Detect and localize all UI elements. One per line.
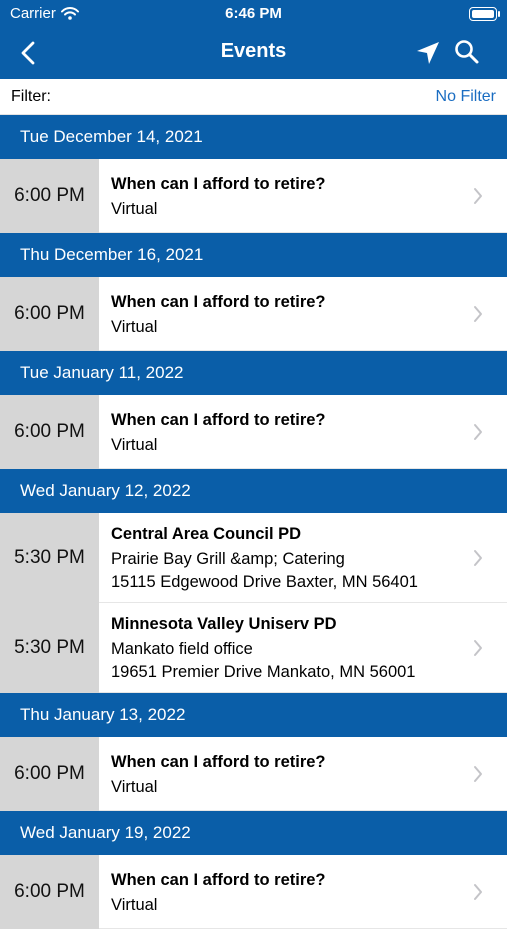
location-arrow-icon[interactable] bbox=[415, 40, 441, 66]
search-icon[interactable] bbox=[453, 38, 481, 66]
filter-bar: Filter: No Filter bbox=[0, 79, 507, 115]
event-time: 6:00 PM bbox=[0, 159, 99, 233]
event-time: 6:00 PM bbox=[0, 855, 99, 929]
status-time: 6:46 PM bbox=[225, 5, 282, 22]
event-location: Virtual bbox=[111, 199, 158, 218]
event-row[interactable]: 6:00 PM When can I afford to retire? Vir… bbox=[0, 855, 507, 929]
day-header: Wed January 19, 2022 bbox=[0, 811, 507, 855]
event-row[interactable]: 6:00 PM When can I afford to retire? Vir… bbox=[0, 277, 507, 351]
chevron-right-icon bbox=[474, 766, 482, 782]
events-list: Tue December 14, 2021 6:00 PM When can I… bbox=[0, 115, 507, 929]
event-row[interactable]: 6:00 PM When can I afford to retire? Vir… bbox=[0, 737, 507, 811]
event-time: 5:30 PM bbox=[0, 513, 99, 603]
chevron-right-icon bbox=[474, 306, 482, 322]
event-time: 6:00 PM bbox=[0, 737, 99, 811]
event-time: 6:00 PM bbox=[0, 277, 99, 351]
chevron-right-icon bbox=[474, 640, 482, 656]
event-location: Virtual bbox=[111, 895, 158, 914]
event-title: When can I afford to retire? bbox=[111, 870, 326, 889]
battery-icon bbox=[469, 7, 500, 21]
event-row[interactable]: 6:00 PM When can I afford to retire? Vir… bbox=[0, 395, 507, 469]
event-time: 6:00 PM bbox=[0, 395, 99, 469]
event-address: 19651 Premier Drive Mankato, MN 56001 bbox=[111, 663, 416, 681]
event-time: 5:30 PM bbox=[0, 603, 99, 693]
day-header: Tue January 11, 2022 bbox=[0, 351, 507, 395]
event-location: Virtual bbox=[111, 435, 158, 454]
day-header: Thu January 13, 2022 bbox=[0, 693, 507, 737]
event-title: When can I afford to retire? bbox=[111, 292, 326, 311]
event-title: Minnesota Valley Uniserv PD bbox=[111, 615, 337, 633]
event-location: Mankato field office bbox=[111, 640, 253, 658]
status-bar: Carrier 6:46 PM bbox=[0, 0, 507, 28]
chevron-right-icon bbox=[474, 884, 482, 900]
event-address: 15115 Edgewood Drive Baxter, MN 56401 bbox=[111, 573, 418, 591]
filter-value-button[interactable]: No Filter bbox=[436, 88, 496, 106]
event-row[interactable]: 5:30 PM Minnesota Valley Uniserv PD Mank… bbox=[0, 603, 507, 693]
event-row[interactable]: 6:00 PM When can I afford to retire? Vir… bbox=[0, 159, 507, 233]
event-location: Prairie Bay Grill &amp; Catering bbox=[111, 550, 345, 568]
top-bar: Carrier 6:46 PM Events bbox=[0, 0, 507, 79]
event-title: When can I afford to retire? bbox=[111, 752, 326, 771]
event-row[interactable]: 5:30 PM Central Area Council PD Prairie … bbox=[0, 513, 507, 603]
day-header: Tue December 14, 2021 bbox=[0, 115, 507, 159]
filter-label: Filter: bbox=[11, 87, 51, 105]
event-title: When can I afford to retire? bbox=[111, 410, 326, 429]
day-header: Thu December 16, 2021 bbox=[0, 233, 507, 277]
chevron-right-icon bbox=[474, 424, 482, 440]
event-location: Virtual bbox=[111, 777, 158, 796]
day-header: Wed January 12, 2022 bbox=[0, 469, 507, 513]
event-title: When can I afford to retire? bbox=[111, 174, 326, 193]
nav-bar: Events bbox=[0, 28, 507, 79]
chevron-right-icon bbox=[474, 550, 482, 566]
chevron-right-icon bbox=[474, 188, 482, 204]
event-title: Central Area Council PD bbox=[111, 525, 302, 543]
event-location: Virtual bbox=[111, 317, 158, 336]
